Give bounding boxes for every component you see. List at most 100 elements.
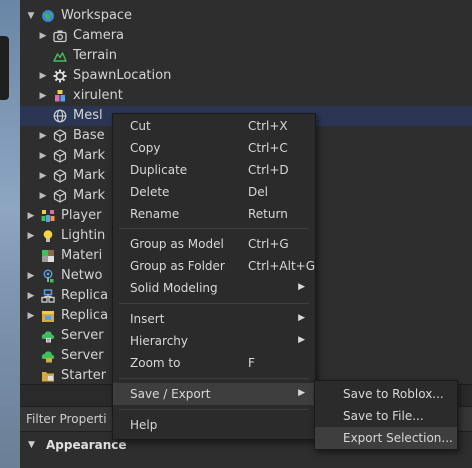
chevron-right-icon[interactable]: ▶ (26, 211, 36, 221)
property-row[interactable] (20, 459, 472, 468)
explorer-item-xirulent[interactable]: ▶ xirulent (20, 86, 472, 106)
menu-separator (119, 409, 309, 410)
menu-item-rename[interactable]: Rename Return (113, 203, 315, 225)
explorer-item-label: Server (61, 328, 104, 343)
explorer-item-label: Mark (73, 168, 106, 183)
globe-icon (41, 9, 55, 23)
character-icon (53, 89, 67, 103)
explorer-item-label: Camera (73, 28, 125, 43)
menu-item-cut[interactable]: Cut Ctrl+X (113, 115, 315, 137)
chevron-right-icon: ▶ (298, 282, 305, 292)
menu-item-help[interactable]: Help (113, 414, 315, 436)
menu-item-insert[interactable]: Insert ▶ (113, 308, 315, 330)
gear-icon (53, 69, 67, 83)
menu-item-label: Hierarchy (130, 334, 189, 348)
menu-item-group-as-model[interactable]: Group as Model Ctrl+G (113, 233, 315, 255)
folder-icon (41, 369, 55, 383)
part-icon (53, 189, 67, 203)
replicated-storage-icon (41, 309, 55, 323)
section-title: Appearance (46, 438, 127, 452)
menu-item-shortcut: Ctrl+Alt+G (248, 259, 316, 273)
explorer-item-terrain[interactable]: Terrain (20, 46, 472, 66)
chevron-right-icon[interactable]: ▶ (38, 91, 48, 101)
menu-item-shortcut: Ctrl+D (248, 163, 289, 177)
menu-separator (119, 303, 309, 304)
explorer-item-label: Terrain (73, 48, 118, 63)
menu-separator (119, 378, 309, 379)
menu-item-label: Export Selection... (343, 431, 453, 445)
menu-item-solid-modeling[interactable]: Solid Modeling ▶ (113, 277, 315, 299)
chevron-right-icon[interactable]: ▶ (26, 291, 36, 301)
menu-item-label: Rename (130, 207, 180, 221)
chevron-right-icon[interactable]: ▶ (38, 151, 48, 161)
part-icon (53, 129, 67, 143)
globe-icon (53, 109, 67, 123)
chevron-down-icon[interactable]: ▼ (28, 440, 35, 450)
menu-item-label: Group as Folder (130, 259, 225, 273)
server-script-icon (41, 329, 55, 343)
menu-item-label: Zoom to (130, 356, 181, 370)
chevron-right-icon[interactable]: ▶ (26, 271, 36, 281)
chevron-right-icon[interactable]: ▶ (38, 171, 48, 181)
explorer-item-label: Netwo (61, 268, 103, 283)
explorer-item-label: Starter (61, 368, 107, 383)
material-icon (41, 249, 55, 263)
explorer-item-label: Mark (73, 148, 106, 163)
replicated-first-icon (41, 289, 55, 303)
explorer-item-label: Materi (61, 248, 103, 263)
part-icon (53, 149, 67, 163)
menu-item-label: Save to File... (343, 409, 424, 423)
menu-item-save-to-roblox[interactable]: Save to Roblox... (315, 383, 457, 405)
explorer-item-label: Base (73, 128, 105, 143)
menu-item-delete[interactable]: Delete Del (113, 181, 315, 203)
studio-window: ▼ Workspace ▶ Camera Terrain ▶ SpawnLoca… (0, 0, 472, 468)
server-storage-icon (41, 349, 55, 363)
properties-filter-input[interactable]: Filter Properti (26, 412, 107, 426)
explorer-item-label: Mesl (73, 108, 103, 123)
explorer-item-workspace[interactable]: ▼ Workspace (20, 6, 472, 26)
chevron-right-icon[interactable]: ▶ (38, 31, 48, 41)
chevron-right-icon[interactable]: ▶ (38, 71, 48, 81)
explorer-item-camera[interactable]: ▶ Camera (20, 26, 472, 46)
menu-item-label: Copy (130, 141, 161, 155)
menu-item-label: Group as Model (130, 237, 224, 251)
menu-item-duplicate[interactable]: Duplicate Ctrl+D (113, 159, 315, 181)
menu-item-label: Duplicate (130, 163, 188, 177)
menu-item-hierarchy[interactable]: Hierarchy ▶ (113, 330, 315, 352)
chevron-right-icon: ▶ (298, 388, 305, 398)
menu-item-label: Save / Export (130, 387, 211, 401)
chevron-right-icon: ▶ (298, 313, 305, 323)
explorer-item-label: Lightin (61, 228, 106, 243)
chevron-right-icon[interactable]: ▶ (38, 131, 48, 141)
chevron-down-icon[interactable]: ▼ (26, 11, 36, 21)
chevron-right-icon[interactable]: ▶ (38, 191, 48, 201)
menu-item-label: Cut (130, 119, 151, 133)
explorer-item-label: Player (61, 208, 102, 223)
menu-item-save-to-file[interactable]: Save to File... (315, 405, 457, 427)
chevron-right-icon[interactable]: ▶ (26, 231, 36, 241)
save-export-submenu: Save to Roblox... Save to File... Export… (314, 380, 458, 450)
network-icon (41, 269, 55, 283)
menu-item-shortcut: Ctrl+C (248, 141, 288, 155)
menu-item-zoom-to[interactable]: Zoom to F (113, 352, 315, 374)
chevron-right-icon[interactable]: ▶ (26, 311, 36, 321)
explorer-item-label: Workspace (61, 8, 133, 23)
menu-item-label: Save to Roblox... (343, 387, 444, 401)
menu-item-copy[interactable]: Copy Ctrl+C (113, 137, 315, 159)
camera-icon (53, 29, 67, 43)
part-icon (53, 169, 67, 183)
menu-item-shortcut: Del (248, 185, 268, 199)
explorer-item-label: Server (61, 348, 104, 363)
explorer-item-spawnlocation[interactable]: ▶ SpawnLocation (20, 66, 472, 86)
lightbulb-icon (41, 229, 55, 243)
menu-item-export-selection[interactable]: Export Selection... (315, 427, 457, 449)
menu-item-label: Delete (130, 185, 170, 199)
menu-item-label: Help (130, 418, 158, 432)
chevron-right-icon: ▶ (298, 335, 305, 345)
menu-item-group-as-folder[interactable]: Group as Folder Ctrl+Alt+G (113, 255, 315, 277)
menu-item-save-export[interactable]: Save / Export ▶ (113, 383, 315, 405)
explorer-item-label: Mark (73, 188, 106, 203)
viewport-handle[interactable] (0, 36, 9, 100)
menu-item-shortcut: Ctrl+X (248, 119, 288, 133)
menu-separator (119, 228, 309, 229)
